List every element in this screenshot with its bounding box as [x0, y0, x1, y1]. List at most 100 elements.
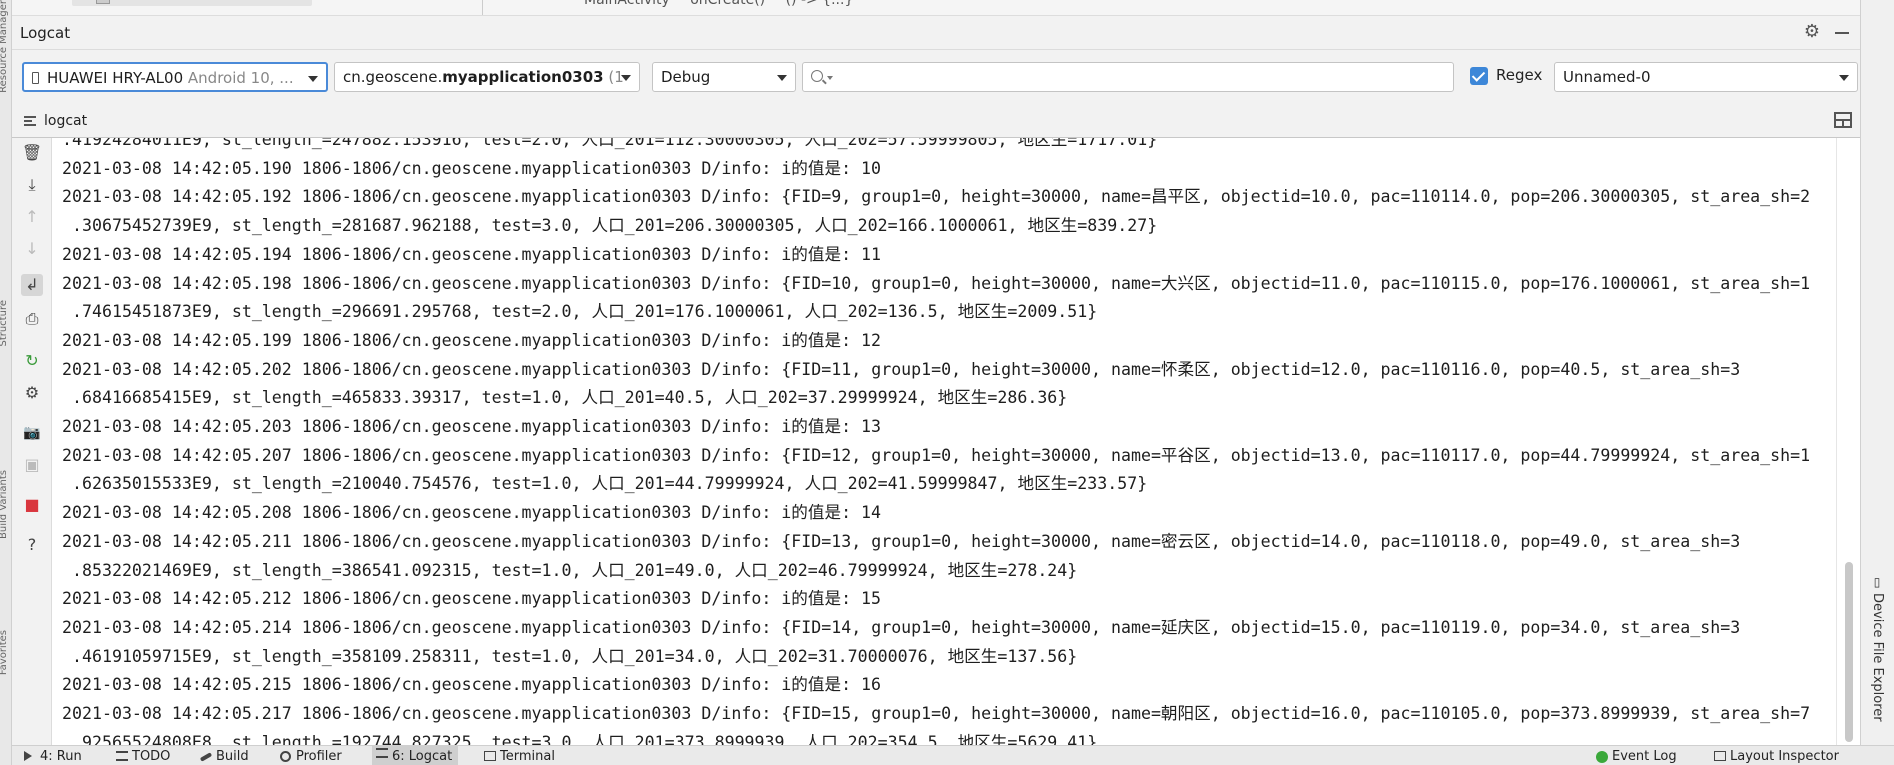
tab-label: Layout Inspector: [1730, 749, 1839, 764]
tab-run[interactable]: 4: Run: [20, 749, 82, 764]
tab-terminal[interactable]: Terminal: [480, 749, 555, 764]
log-line: .74615451873E9, st_length_=296691.295768…: [62, 302, 1098, 322]
logcat-lines-icon: [24, 116, 36, 126]
breadcrumb-item[interactable]: onCreate(): [690, 0, 765, 8]
tab-label: 6: Logcat: [392, 749, 453, 764]
tab-label: Terminal: [500, 749, 555, 764]
logcat-title-bar: Logcat ⚙: [12, 16, 1860, 50]
layout-inspector-icon: [1714, 751, 1726, 761]
settings-icon[interactable]: ⚙: [21, 382, 43, 404]
log-line: .41924284011E9, st_length_=247882.153916…: [62, 138, 1158, 149]
panel-title: Logcat: [20, 24, 71, 42]
scroll-to-end-icon[interactable]: ⤓: [21, 174, 43, 196]
help-icon[interactable]: ?: [21, 534, 43, 556]
logcat-icon: [376, 748, 388, 758]
device-icon: ▯: [1870, 575, 1884, 589]
device-detail: Android 10, ...: [187, 69, 294, 87]
log-line: 2021-03-08 14:42:05.215 1806-1806/cn.geo…: [62, 675, 882, 695]
tab-logcat[interactable]: logcat: [20, 108, 95, 134]
run-icon: [24, 751, 32, 761]
log-line: 2021-03-08 14:42:05.199 1806-1806/cn.geo…: [62, 330, 882, 350]
logcat-tab-row: logcat: [12, 104, 1860, 138]
editor-remnant: MainActivity onCreate() () -> {...}: [12, 0, 1860, 16]
filter-config-select[interactable]: Unnamed-0: [1554, 62, 1858, 92]
scrollbar-thumb[interactable]: [1845, 562, 1853, 742]
log-line: 2021-03-08 14:42:05.192 1806-1806/cn.geo…: [62, 187, 1811, 207]
screen-capture-icon[interactable]: 📷: [21, 422, 43, 444]
structure-tab[interactable]: Structure: [0, 300, 11, 347]
device-name: HUAWEI HRY-AL00: [47, 69, 184, 87]
stop-icon[interactable]: ■: [21, 494, 43, 516]
breadcrumb: MainActivity onCreate() () -> {...}: [584, 0, 869, 8]
resource-manager-tab[interactable]: Resource Manager: [0, 0, 11, 93]
trash-icon[interactable]: 🗑: [21, 142, 43, 164]
regex-checkbox[interactable]: [1470, 67, 1488, 85]
log-line: 2021-03-08 14:42:05.194 1806-1806/cn.geo…: [62, 244, 882, 264]
log-line: 2021-03-08 14:42:05.214 1806-1806/cn.geo…: [62, 617, 1741, 637]
process-name: myapplication0303: [442, 68, 604, 86]
up-arrow-icon[interactable]: ↑: [21, 206, 43, 228]
log-line: .46191059715E9, st_length_=358109.258311…: [62, 646, 1078, 666]
regex-label[interactable]: Regex: [1496, 66, 1542, 84]
log-line: 2021-03-08 14:42:05.211 1806-1806/cn.geo…: [62, 531, 1741, 551]
phone-icon: [32, 72, 39, 84]
log-line: 2021-03-08 14:42:05.203 1806-1806/cn.geo…: [62, 417, 882, 437]
chevron-down-icon: [1839, 75, 1849, 81]
process-select[interactable]: cn.geoscene.myapplication0303 (1: [334, 62, 640, 92]
print-icon[interactable]: ⎙: [21, 308, 43, 330]
tab-label: 4: Run: [40, 749, 82, 764]
tab-build[interactable]: Build: [196, 749, 249, 764]
bottom-tool-bar: 4: Run TODO Build Profiler 6: Logcat Ter…: [12, 745, 1894, 765]
chevron-down-icon: [621, 75, 631, 81]
search-input[interactable]: [835, 65, 1435, 89]
log-line: 2021-03-08 14:42:05.212 1806-1806/cn.geo…: [62, 589, 882, 609]
chevron-down-icon: [777, 75, 787, 81]
filter-config-value: Unnamed-0: [1563, 68, 1651, 86]
gear-icon[interactable]: ⚙: [1802, 22, 1822, 42]
log-line: 2021-03-08 14:42:05.207 1806-1806/cn.geo…: [62, 445, 1811, 465]
search-field[interactable]: [802, 62, 1454, 92]
tab-event-log[interactable]: Event Log: [1592, 749, 1677, 764]
soft-wrap-icon[interactable]: ↲: [21, 274, 43, 296]
log-line: .92565524808E8, st_length_=192744.827325…: [62, 732, 1098, 745]
restart-icon[interactable]: ↻: [21, 350, 43, 372]
logcat-side-actions: 🗑 ⤓ ↑ ↓ ↲ ⎙ ↻ ⚙ 📷 ▣ ■ ?: [12, 138, 52, 745]
log-line: 2021-03-08 14:42:05.208 1806-1806/cn.geo…: [62, 503, 882, 523]
favorites-tab[interactable]: Favorites: [0, 630, 11, 675]
terminal-icon: [484, 751, 496, 761]
restore-layout-icon[interactable]: [1834, 112, 1852, 128]
tab-logcat-bottom[interactable]: 6: Logcat: [372, 746, 459, 765]
tab-label: TODO: [132, 749, 171, 764]
log-line: .62635015533E9, st_length_=210040.754576…: [62, 474, 1148, 494]
minimize-icon[interactable]: [1832, 22, 1852, 42]
log-lines: .41924284011E9, st_length_=247882.153916…: [62, 138, 1810, 745]
log-level-select[interactable]: Debug: [652, 62, 796, 92]
search-history-caret-icon[interactable]: [827, 76, 833, 80]
device-select[interactable]: HUAWEI HRY-AL00 Android 10, ...: [22, 62, 328, 92]
logcat-toolbar: HUAWEI HRY-AL00 Android 10, ... cn.geosc…: [12, 50, 1860, 104]
tab-profiler[interactable]: Profiler: [276, 749, 342, 764]
build-variants-tab[interactable]: Build Variants: [0, 470, 11, 539]
device-file-explorer-tab[interactable]: ▯ Device File Explorer: [1870, 575, 1885, 722]
build-icon: [199, 752, 213, 762]
log-line: 2021-03-08 14:42:05.217 1806-1806/cn.geo…: [62, 704, 1811, 724]
search-icon[interactable]: [811, 70, 823, 82]
log-line: 2021-03-08 14:42:05.198 1806-1806/cn.geo…: [62, 273, 1811, 293]
tab-label: Event Log: [1612, 749, 1677, 764]
project-tree-fragment: [72, 0, 312, 6]
breadcrumb-item[interactable]: MainActivity: [584, 0, 670, 8]
tab-todo[interactable]: TODO: [112, 749, 170, 764]
log-scrollbar[interactable]: [1836, 138, 1860, 745]
log-line: .85322021469E9, st_length_=386541.092315…: [62, 560, 1078, 580]
tab-label: logcat: [44, 113, 88, 129]
right-tool-strip: ▯ Device File Explorer: [1860, 0, 1894, 745]
process-prefix: cn.geoscene.: [343, 68, 443, 86]
log-level-value: Debug: [661, 68, 711, 86]
down-arrow-icon[interactable]: ↓: [21, 238, 43, 260]
screen-record-icon[interactable]: ▣: [21, 454, 43, 476]
left-tool-strip: Resource Manager Structure Build Variant…: [0, 0, 12, 765]
device-file-explorer-label: Device File Explorer: [1870, 593, 1885, 722]
breadcrumb-item[interactable]: () -> {...}: [786, 0, 854, 8]
log-output[interactable]: .41924284011E9, st_length_=247882.153916…: [52, 138, 1836, 745]
tab-layout-inspector[interactable]: Layout Inspector: [1710, 749, 1839, 764]
